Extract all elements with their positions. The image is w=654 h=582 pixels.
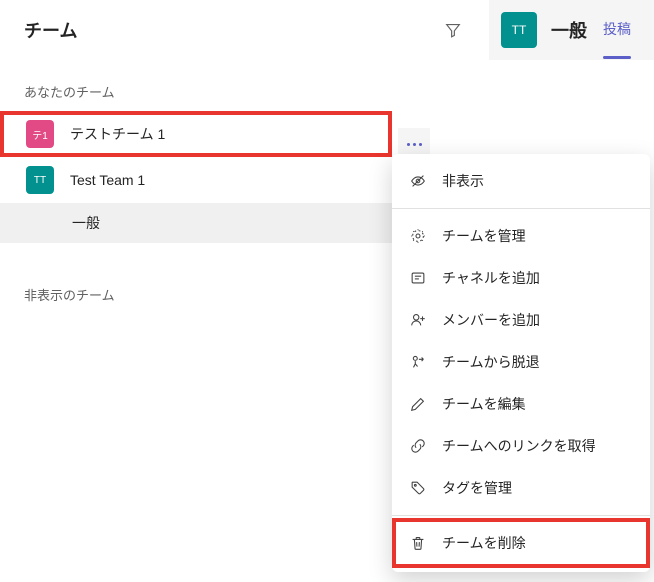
add-member-icon (408, 310, 428, 330)
menu-label: 非表示 (442, 171, 484, 191)
team-row-test-jp[interactable]: テ1 テストチーム 1 (0, 111, 392, 157)
filter-icon (444, 21, 462, 39)
menu-get-link[interactable]: チームへのリンクを取得 (392, 425, 650, 467)
tag-icon (408, 478, 428, 498)
menu-add-channel[interactable]: チャネルを追加 (392, 257, 650, 299)
filter-button[interactable] (437, 14, 469, 46)
channel-general[interactable]: 一般 (0, 203, 392, 243)
team-row-test-en[interactable]: TT Test Team 1 (0, 157, 392, 203)
menu-label: チャネルを追加 (442, 268, 540, 288)
menu-add-member[interactable]: メンバーを追加 (392, 299, 650, 341)
menu-manage-tags[interactable]: タグを管理 (392, 467, 650, 509)
trash-icon (408, 533, 428, 553)
menu-label: メンバーを追加 (442, 310, 540, 330)
team-name-label: テストチーム 1 (70, 124, 165, 144)
tab-posts[interactable]: 投稿 (603, 19, 631, 41)
menu-label: チームへのリンクを取得 (442, 436, 596, 456)
page-title: チーム (24, 17, 77, 43)
team-avatar-icon: テ1 (26, 120, 54, 148)
menu-leave-team[interactable]: チームから脱退 (392, 341, 650, 383)
menu-hide[interactable]: 非表示 (392, 160, 650, 202)
gear-icon (408, 226, 428, 246)
more-icon (407, 143, 422, 146)
link-icon (408, 436, 428, 456)
channel-header: TT 一般 投稿 (489, 0, 654, 60)
add-channel-icon (408, 268, 428, 288)
hide-icon (408, 171, 428, 191)
menu-edit-team[interactable]: チームを編集 (392, 383, 650, 425)
menu-label: チームから脱退 (442, 352, 540, 372)
team-avatar: TT (501, 12, 537, 48)
menu-label: チームを削除 (442, 533, 526, 553)
team-list: あなたのチーム テ1 テストチーム 1 TT Test Team 1 一般 非表… (0, 60, 392, 582)
section-your-teams[interactable]: あなたのチーム (0, 60, 392, 111)
channel-title: 一般 (551, 17, 587, 43)
menu-label: チームを編集 (442, 394, 526, 414)
leave-icon (408, 352, 428, 372)
team-avatar-icon: TT (26, 166, 54, 194)
menu-delete-team[interactable]: チームを削除 (396, 522, 646, 564)
menu-label: タグを管理 (442, 478, 512, 498)
edit-icon (408, 394, 428, 414)
section-hidden-teams[interactable]: 非表示のチーム (0, 243, 392, 314)
team-name-label: Test Team 1 (70, 172, 145, 188)
menu-label: チームを管理 (442, 226, 526, 246)
menu-manage-team[interactable]: チームを管理 (392, 215, 650, 257)
team-context-menu: 非表示 チームを管理 チャネルを追加 (392, 154, 650, 572)
